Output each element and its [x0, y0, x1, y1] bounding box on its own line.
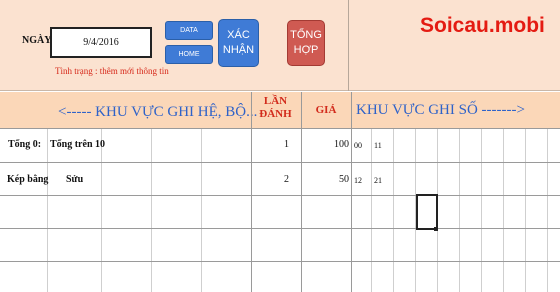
grid-row-line: [0, 261, 560, 262]
header-gia: GIÁ: [315, 104, 337, 116]
xac-nhan-line2: NHẬN: [222, 44, 255, 56]
grid-row-line: [0, 228, 560, 229]
header-separator: [351, 92, 352, 129]
row2-label: Kép bằng: [7, 174, 49, 185]
grid-column-line: [525, 129, 526, 292]
grid-column-line: [503, 129, 504, 292]
tong-hop-button[interactable]: TỔNG HỢP: [287, 20, 325, 66]
status-text: Tình trạng : thêm mới thông tin: [55, 66, 169, 76]
spreadsheet-grid[interactable]: [0, 129, 560, 292]
xac-nhan-button[interactable]: XÁC NHẬN: [218, 19, 259, 67]
grid-column-line: [393, 129, 394, 292]
grid-column-line: [459, 129, 460, 292]
active-cell-selection[interactable]: [416, 194, 438, 230]
tong-hop-label: TỔNG HỢP: [290, 28, 322, 58]
home-button[interactable]: HOME: [165, 45, 213, 64]
row2-lan: 2: [284, 174, 289, 185]
header-lan-danh: LẦN ĐÁNH: [251, 95, 300, 121]
header-left-area: <----- KHU VỰC GHI HỆ, BỘ...: [58, 104, 258, 120]
table-header: <----- KHU VỰC GHI HỆ, BỘ... LẦN ĐÁNH GI…: [0, 92, 560, 129]
row1-num-1: 00: [354, 141, 362, 150]
tong-hop-line2: HỢP: [293, 44, 319, 56]
date-input[interactable]: 9/4/2016: [50, 27, 152, 58]
row2-num-1: 12: [354, 176, 362, 185]
grid-column-line: [547, 129, 548, 292]
data-button[interactable]: DATA: [165, 21, 213, 40]
row1-lan: 1: [284, 139, 289, 150]
fill-handle[interactable]: [434, 227, 438, 231]
row1-num-2: 11: [374, 141, 382, 150]
xac-nhan-label: XÁC NHẬN: [223, 28, 254, 58]
row2-gia: 50: [339, 174, 349, 185]
grid-row-line: [0, 162, 560, 163]
grid-row-line: [0, 195, 560, 196]
header-lan-line1: LẦN: [263, 95, 288, 107]
xac-nhan-line1: XÁC: [227, 29, 250, 41]
row1-label: Tổng 0:: [8, 139, 42, 150]
grid-column-line: [47, 129, 48, 292]
row1-type: Tổng trên 10: [50, 139, 105, 150]
header-right-area: KHU VỰC GHI SỐ ------->: [356, 102, 525, 118]
row2-type: Sửu: [66, 174, 84, 185]
grid-column-line: [351, 129, 352, 292]
grid-column-line: [201, 129, 202, 292]
grid-column-line: [371, 129, 372, 292]
top-panel: NGÀY : 9/4/2016 Tình trạng : thêm mới th…: [0, 0, 560, 91]
row2-num-2: 21: [374, 176, 382, 185]
header-lan-line2: ĐÁNH: [259, 108, 292, 120]
watermark-logo: Soicau.mobi: [420, 14, 545, 37]
grid-column-line: [301, 129, 302, 292]
grid-column-line: [481, 129, 482, 292]
grid-column-line: [151, 129, 152, 292]
grid-column-line: [251, 129, 252, 292]
row1-gia: 100: [334, 139, 349, 150]
top-panel-divider: [348, 0, 349, 91]
tong-hop-line1: TỔNG: [290, 29, 322, 41]
grid-column-line: [101, 129, 102, 292]
